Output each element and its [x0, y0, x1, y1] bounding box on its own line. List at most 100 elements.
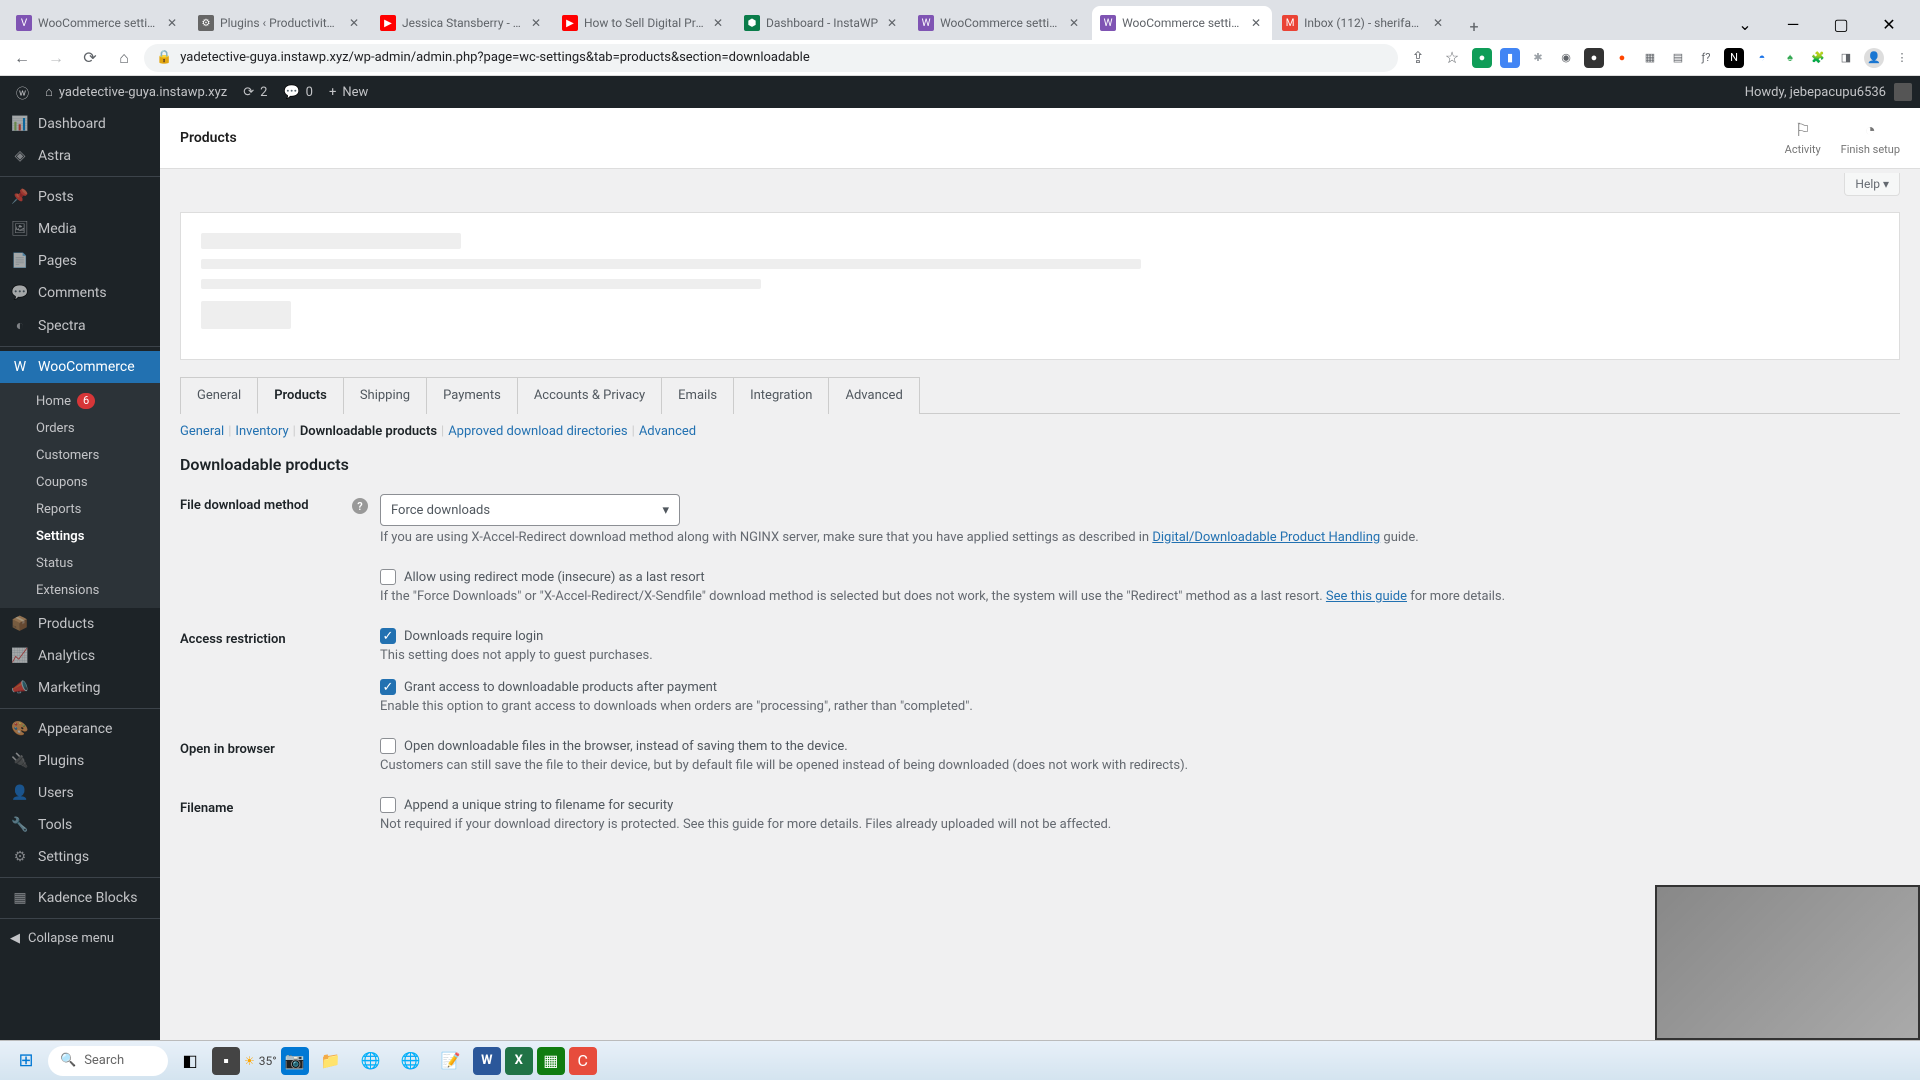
collapse-menu[interactable]: ◀ Collapse menu	[0, 923, 160, 954]
close-tab-icon[interactable]: ✕	[1248, 15, 1264, 31]
extension-icon[interactable]: ƒ?	[1696, 48, 1716, 68]
chevron-down-icon[interactable]: ⌄	[1722, 8, 1768, 40]
sidebar-item-appearance[interactable]: 🎨Appearance	[0, 713, 160, 745]
tab-general[interactable]: General	[180, 377, 258, 414]
close-tab-icon[interactable]: ✕	[710, 15, 726, 31]
wp-logo[interactable]: ⓦ	[8, 76, 37, 108]
side-panel-icon[interactable]: ◨	[1836, 48, 1856, 68]
close-tab-icon[interactable]: ✕	[164, 15, 180, 31]
sidebar-item-media[interactable]: 🖼Media	[0, 213, 160, 245]
url-input[interactable]: 🔒 yadetective-guya.instawp.xyz/wp-admin/…	[144, 44, 1398, 72]
sidebar-item-spectra[interactable]: ◐Spectra	[0, 309, 160, 342]
tab-integration[interactable]: Integration	[733, 377, 829, 414]
subtab-approved-download-directories[interactable]: Approved download directories	[448, 424, 627, 439]
maximize-button[interactable]: ▢	[1818, 8, 1864, 40]
tab-emails[interactable]: Emails	[661, 377, 734, 414]
new-tab-button[interactable]: +	[1460, 12, 1488, 40]
site-name[interactable]: ⌂yadetective-guya.instawp.xyz	[37, 76, 235, 108]
subtab-general[interactable]: General	[180, 424, 224, 439]
submenu-item-coupons[interactable]: Coupons	[0, 469, 160, 496]
submenu-item-extensions[interactable]: Extensions	[0, 577, 160, 604]
sidebar-item-analytics[interactable]: 📈Analytics	[0, 640, 160, 672]
extension-icon[interactable]: ✱	[1528, 48, 1548, 68]
extension-icon[interactable]: ◓	[1752, 48, 1772, 68]
sidebar-item-astra[interactable]: ◈Astra	[0, 140, 160, 172]
word-icon[interactable]: W	[473, 1047, 501, 1075]
browser-tab[interactable]: ⬢Dashboard - InstaWP✕	[736, 6, 908, 40]
updates-link[interactable]: ⟳2	[235, 76, 275, 108]
browser-tab[interactable]: VWooCommerce settings✕	[8, 6, 188, 40]
app-icon[interactable]: C	[569, 1047, 597, 1075]
browser-tab[interactable]: ⚙Plugins ‹ Productivity Ma✕	[190, 6, 370, 40]
profile-avatar[interactable]: 👤	[1864, 48, 1884, 68]
bookmark-icon[interactable]: ☆	[1438, 44, 1466, 72]
help-tab[interactable]: Help ▾	[1844, 173, 1900, 196]
open-browser-checkbox[interactable]	[380, 738, 396, 754]
submenu-item-orders[interactable]: Orders	[0, 415, 160, 442]
browser-tab[interactable]: MInbox (112) - sherifabuzic✕	[1274, 6, 1454, 40]
sidebar-item-plugins[interactable]: 🔌Plugins	[0, 745, 160, 777]
sidebar-item-posts[interactable]: 📌Posts	[0, 181, 160, 213]
extension-icon[interactable]: ●	[1612, 48, 1632, 68]
notepad-icon[interactable]: 📝	[433, 1045, 469, 1077]
tab-payments[interactable]: Payments	[426, 377, 518, 414]
close-window-button[interactable]: ✕	[1866, 8, 1912, 40]
extensions-menu-icon[interactable]: 🧩	[1808, 48, 1828, 68]
sidebar-item-kadence-blocks[interactable]: ▦Kadence Blocks	[0, 882, 160, 914]
extension-icon[interactable]: ◉	[1556, 48, 1576, 68]
task-view-icon[interactable]: ◧	[172, 1045, 208, 1077]
close-tab-icon[interactable]: ✕	[346, 15, 362, 31]
submenu-item-settings[interactable]: Settings	[0, 523, 160, 550]
minimize-button[interactable]: —	[1770, 8, 1816, 40]
explorer-icon[interactable]: ▪	[212, 1047, 240, 1075]
tab-shipping[interactable]: Shipping	[343, 377, 427, 414]
sidebar-item-settings[interactable]: ⚙Settings	[0, 841, 160, 873]
subtab-advanced[interactable]: Advanced	[639, 424, 696, 439]
help-icon[interactable]: ?	[352, 498, 368, 514]
sidebar-item-dashboard[interactable]: 📊Dashboard	[0, 108, 160, 140]
new-content[interactable]: +New	[321, 76, 376, 108]
require-login-checkbox[interactable]: ✓	[380, 628, 396, 644]
extension-icon[interactable]: ●	[1584, 48, 1604, 68]
sidebar-item-tools[interactable]: 🔧Tools	[0, 809, 160, 841]
sidebar-item-comments[interactable]: 💬Comments	[0, 277, 160, 309]
submenu-item-reports[interactable]: Reports	[0, 496, 160, 523]
digital-handling-link[interactable]: Digital/Downloadable Product Handling	[1152, 530, 1380, 545]
sidebar-item-marketing[interactable]: 📣Marketing	[0, 672, 160, 704]
see-guide-link[interactable]: See this guide	[1326, 589, 1407, 604]
avatar[interactable]	[1894, 83, 1912, 101]
edge-icon[interactable]: 🌐	[393, 1045, 429, 1077]
browser-tab[interactable]: WWooCommerce settings✕	[1092, 6, 1272, 40]
browser-tab[interactable]: ▶Jessica Stansberry - You✕	[372, 6, 552, 40]
app-icon[interactable]: 📷	[281, 1047, 309, 1075]
close-tab-icon[interactable]: ✕	[884, 15, 900, 31]
file-download-method-select[interactable]: Force downloads ▾	[380, 494, 680, 526]
extension-icon[interactable]: ▮	[1500, 48, 1520, 68]
extension-icon[interactable]: ♠	[1780, 48, 1800, 68]
activity-button[interactable]: ⚐ Activity	[1785, 120, 1821, 156]
sidebar-item-users[interactable]: 👤Users	[0, 777, 160, 809]
tab-products[interactable]: Products	[257, 377, 344, 414]
extension-icon[interactable]: ▦	[1640, 48, 1660, 68]
app-icon[interactable]: ▦	[537, 1047, 565, 1075]
comments-link[interactable]: 💬0	[275, 76, 321, 108]
close-tab-icon[interactable]: ✕	[1066, 15, 1082, 31]
extension-icon[interactable]: ●	[1472, 48, 1492, 68]
sidebar-item-pages[interactable]: 📄Pages	[0, 245, 160, 277]
home-button[interactable]: ⌂	[110, 44, 138, 72]
sidebar-item-woocommerce[interactable]: WWooCommerce	[0, 351, 160, 383]
submenu-item-home[interactable]: Home6	[0, 387, 160, 415]
subtab-inventory[interactable]: Inventory	[235, 424, 288, 439]
grant-access-checkbox[interactable]: ✓	[380, 679, 396, 695]
back-button[interactable]: ←	[8, 44, 36, 72]
forward-button[interactable]: →	[42, 44, 70, 72]
submenu-item-customers[interactable]: Customers	[0, 442, 160, 469]
taskbar-search[interactable]: 🔍 Search	[48, 1046, 168, 1076]
browser-tab[interactable]: WWooCommerce settings✕	[910, 6, 1090, 40]
sidebar-item-products[interactable]: 📦Products	[0, 608, 160, 640]
subtab-downloadable-products[interactable]: Downloadable products	[300, 424, 437, 439]
filename-checkbox[interactable]	[380, 797, 396, 813]
submenu-item-status[interactable]: Status	[0, 550, 160, 577]
browser-tab[interactable]: ▶How to Sell Digital Produ✕	[554, 6, 734, 40]
extension-icon[interactable]: N	[1724, 48, 1744, 68]
